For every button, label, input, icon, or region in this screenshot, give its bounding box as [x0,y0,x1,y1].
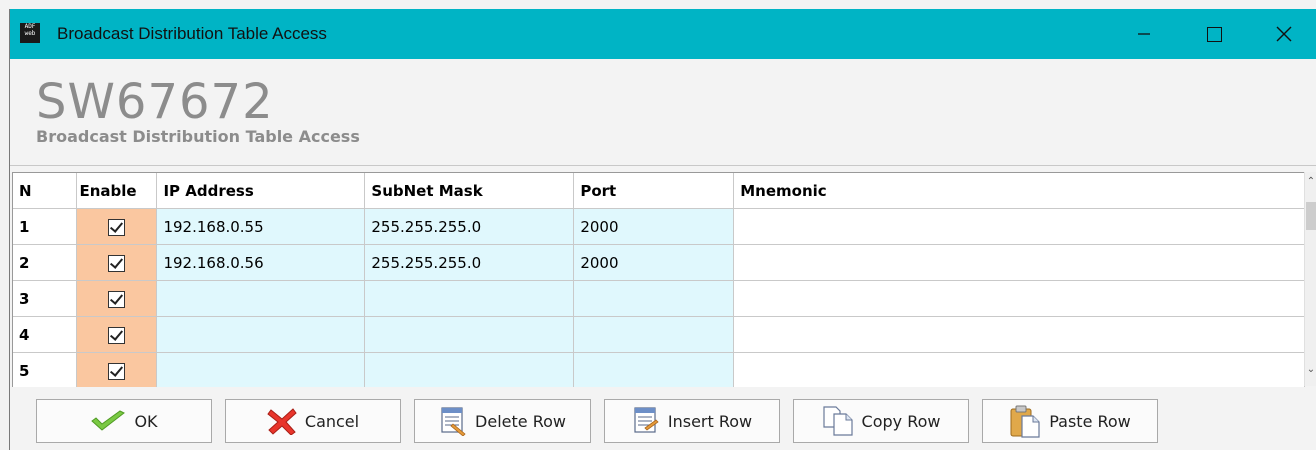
copy-icon [822,406,853,436]
ip-address-cell[interactable] [156,316,366,353]
mnemonic-cell[interactable] [733,316,1305,353]
window-left-border [9,9,10,450]
column-header-ip[interactable]: IP Address [156,173,366,209]
insert-row-button[interactable]: Insert Row [604,399,780,443]
maximize-icon [1206,26,1222,42]
cancel-button[interactable]: Cancel [225,399,401,443]
column-header-mnemonic[interactable]: Mnemonic [733,173,1305,209]
scroll-up-arrow[interactable]: ⌃ [1305,176,1316,187]
enable-checkbox[interactable] [108,218,126,236]
row-number: 1 [13,208,78,245]
page-subtitle: Broadcast Distribution Table Access [36,127,360,146]
port-cell[interactable] [573,316,735,353]
enable-cell[interactable] [76,352,158,387]
column-header-mask[interactable]: SubNet Mask [364,173,575,209]
subnet-mask-cell[interactable]: 255.255.255.0 [364,244,575,281]
mnemonic-cell[interactable] [733,280,1305,317]
table-row[interactable]: 1 192.168.0.55 255.255.255.0 2000 [13,208,1305,245]
table-row[interactable]: 5 [13,352,1305,387]
header-divider [10,165,1316,166]
enable-checkbox[interactable] [108,326,126,344]
enable-checkbox[interactable] [108,254,126,272]
column-header-enable[interactable]: Enable [76,173,158,209]
mnemonic-cell[interactable] [733,352,1305,387]
subnet-mask-cell[interactable]: 255.255.255.0 [364,208,575,245]
column-header-n[interactable]: N [13,173,78,209]
delete-row-label: Delete Row [475,411,566,431]
column-header-port[interactable]: Port [573,173,735,209]
cancel-label: Cancel [304,411,360,431]
app-icon: ADF web [20,23,40,43]
ok-button[interactable]: OK [36,399,212,443]
enable-checkbox[interactable] [108,290,126,308]
delete-row-button[interactable]: Delete Row [414,399,591,443]
delete-row-icon [441,407,466,436]
enable-checkbox[interactable] [108,362,126,380]
ip-address-cell[interactable]: 192.168.0.55 [156,208,366,245]
scroll-down-arrow[interactable]: ⌄ [1305,364,1316,375]
cancel-x-icon [267,408,297,435]
ip-address-cell[interactable] [156,280,366,317]
row-number: 2 [13,244,78,281]
vertical-scrollbar[interactable]: ⌃ ⌄ [1304,172,1316,386]
paste-row-button[interactable]: Paste Row [982,399,1158,443]
port-cell[interactable] [573,280,735,317]
minimize-icon [1138,33,1150,35]
enable-cell[interactable] [76,208,158,245]
enable-cell[interactable] [76,280,158,317]
scroll-thumb[interactable] [1306,202,1316,230]
insert-row-icon [634,407,659,433]
close-button[interactable] [1250,9,1316,59]
copy-row-label: Copy Row [861,411,941,431]
table-header-row: N Enable IP Address SubNet Mask Port Mne… [13,173,1305,209]
subnet-mask-cell[interactable] [364,316,575,353]
mnemonic-cell[interactable] [733,244,1305,281]
broadcast-table[interactable]: N Enable IP Address SubNet Mask Port Mne… [12,172,1305,387]
paste-row-label: Paste Row [1049,411,1131,431]
mnemonic-cell[interactable] [733,208,1305,245]
table-row[interactable]: 3 [13,280,1305,317]
ip-address-cell[interactable]: 192.168.0.56 [156,244,366,281]
maximize-button[interactable] [1180,9,1248,59]
port-cell[interactable]: 2000 [573,244,735,281]
table-row[interactable]: 2 192.168.0.56 255.255.255.0 2000 [13,244,1305,281]
window-title: Broadcast Distribution Table Access [57,24,327,43]
ip-address-cell[interactable] [156,352,366,387]
title-bar[interactable]: ADF web Broadcast Distribution Table Acc… [10,9,1316,59]
row-number: 4 [13,316,78,353]
minimize-button[interactable] [1110,9,1178,59]
ok-label: OK [134,411,158,431]
enable-cell[interactable] [76,244,158,281]
checkmark-icon [91,410,126,431]
paste-icon [1010,405,1040,438]
subnet-mask-cell[interactable] [364,352,575,387]
row-number: 5 [13,352,78,387]
subnet-mask-cell[interactable] [364,280,575,317]
port-cell[interactable]: 2000 [573,208,735,245]
close-icon [1276,26,1292,42]
port-cell[interactable] [573,352,735,387]
enable-cell[interactable] [76,316,158,353]
row-number: 3 [13,280,78,317]
insert-row-label: Insert Row [667,411,753,431]
copy-row-button[interactable]: Copy Row [793,399,969,443]
table-row[interactable]: 4 [13,316,1305,353]
page-title: SW67672 [36,74,274,130]
